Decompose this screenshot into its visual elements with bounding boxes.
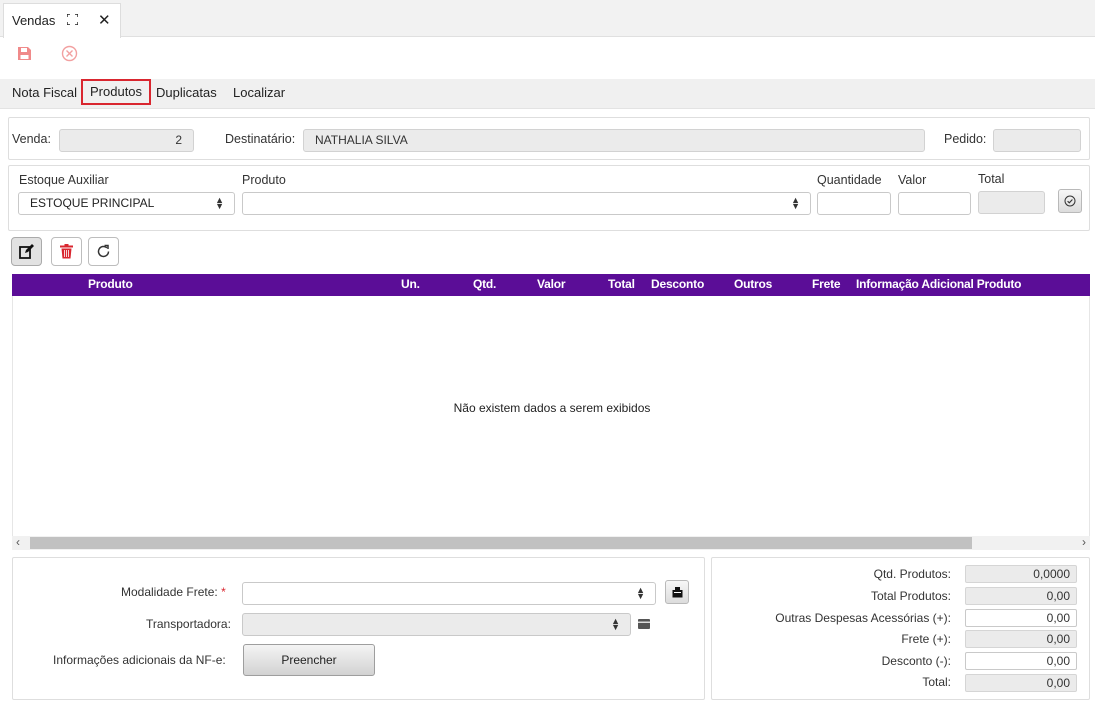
outras-despesas-label: Outras Despesas Acessórias (+): — [775, 611, 951, 625]
save-icon[interactable] — [17, 46, 32, 61]
select-caret-icon: ▲ ▼ — [791, 195, 800, 211]
scroll-left-icon[interactable]: ‹ — [16, 535, 20, 549]
preencher-button[interactable]: Preencher — [243, 644, 375, 676]
select-caret-icon: ▲ ▼ — [636, 585, 645, 601]
truck-icon — [672, 586, 682, 597]
venda-field[interactable]: 2 — [59, 129, 194, 152]
menu-bar: Nota Fiscal Produtos Duplicatas Localiza… — [0, 79, 1095, 109]
qtd-produtos-field[interactable]: 0,0000 — [965, 565, 1077, 583]
grid-horizontal-scrollbar[interactable]: ‹ › — [12, 535, 1090, 550]
select-caret-icon: ▲ ▼ — [215, 195, 224, 211]
frete-label: Frete (+): — [901, 632, 951, 646]
col-outros[interactable]: Outros — [734, 277, 772, 291]
modalidade-frete-text: Modalidade Frete: — [121, 585, 218, 599]
qtd-produtos-label: Qtd. Produtos: — [873, 567, 951, 581]
check-circle-icon — [1064, 195, 1076, 207]
tab-strip: Vendas ✕ — [0, 0, 1095, 38]
scroll-right-icon[interactable]: › — [1082, 535, 1086, 549]
total-label: Total — [978, 172, 1005, 186]
totals-panel: Qtd. Produtos: 0,0000 Total Produtos: 0,… — [711, 557, 1090, 700]
col-info-adicional[interactable]: Informação Adicional Produto — [856, 277, 1022, 291]
frete-field[interactable]: 0,00 — [965, 630, 1077, 648]
tab-title: Vendas — [12, 13, 56, 28]
info-adicionais-label: Informações adicionais da NF-e: — [53, 653, 226, 667]
col-valor[interactable]: Valor — [537, 277, 566, 291]
total-produtos-label: Total Produtos: — [870, 589, 951, 603]
modalidade-frete-label: Modalidade Frete: * — [121, 585, 226, 599]
maximize-icon[interactable] — [67, 14, 78, 25]
trash-icon — [60, 244, 73, 259]
col-total[interactable]: Total — [608, 277, 635, 291]
close-icon[interactable]: ✕ — [98, 11, 111, 29]
frete-options-button[interactable] — [665, 580, 689, 604]
menu-duplicatas[interactable]: Duplicatas — [153, 83, 220, 105]
cancel-icon[interactable] — [61, 45, 78, 62]
total-nf-field[interactable]: 0,00 — [965, 674, 1077, 692]
destinatario-field[interactable]: NATHALIA SILVA — [303, 129, 925, 152]
pedido-label: Pedido: — [944, 132, 987, 146]
produto-select[interactable]: ▲ ▼ — [242, 192, 811, 215]
edit-button[interactable] — [11, 237, 42, 266]
menu-produtos[interactable]: Produtos — [81, 79, 152, 105]
required-mark: * — [221, 585, 226, 599]
transportadora-select[interactable]: ▲ ▼ — [242, 613, 631, 636]
refresh-icon — [97, 244, 110, 258]
outras-despesas-input[interactable]: 0,00 — [965, 609, 1077, 627]
total-produtos-field[interactable]: 0,00 — [965, 587, 1077, 605]
grid-body: Não existem dados a serem exibidos — [12, 296, 1090, 536]
scroll-thumb[interactable] — [30, 537, 972, 549]
confirm-product-button[interactable] — [1058, 189, 1082, 213]
sale-header-panel: Venda: 2 Destinatário: NATHALIA SILVA Pe… — [8, 117, 1090, 160]
delete-button[interactable] — [51, 237, 82, 266]
quantidade-label: Quantidade — [817, 173, 882, 187]
grid-header: Produto Un. Qtd. Valor Total Desconto Ou… — [12, 274, 1090, 296]
col-produto[interactable]: Produto — [88, 277, 133, 291]
col-desconto[interactable]: Desconto — [651, 277, 704, 291]
total-label: Total: — [922, 675, 951, 689]
estoque-label: Estoque Auxiliar — [19, 173, 109, 187]
total-field[interactable] — [978, 191, 1045, 214]
col-un[interactable]: Un. — [401, 277, 420, 291]
produto-label: Produto — [242, 173, 286, 187]
select-caret-icon: ▲ ▼ — [611, 616, 620, 632]
valor-input[interactable] — [898, 192, 971, 215]
estoque-select[interactable]: ESTOQUE PRINCIPAL ▲ ▼ — [18, 192, 235, 215]
col-qtd[interactable]: Qtd. — [473, 277, 496, 291]
destinatario-label: Destinatário: — [225, 132, 296, 146]
venda-label: Venda: — [12, 132, 51, 146]
refresh-button[interactable] — [88, 237, 119, 266]
estoque-value: ESTOQUE PRINCIPAL — [30, 196, 155, 210]
col-frete[interactable]: Frete — [812, 277, 841, 291]
desconto-label: Desconto (-): — [881, 654, 951, 668]
pedido-field[interactable] — [993, 129, 1081, 152]
modalidade-frete-select[interactable]: ▲ ▼ — [242, 582, 656, 605]
product-entry-panel: Estoque Auxiliar ESTOQUE PRINCIPAL ▲ ▼ Pr… — [8, 165, 1090, 231]
card-icon[interactable] — [638, 619, 650, 629]
edit-icon — [19, 244, 34, 259]
menu-localizar[interactable]: Localizar — [230, 83, 288, 105]
desconto-input[interactable]: 0,00 — [965, 652, 1077, 670]
tab-vendas[interactable]: Vendas ✕ — [3, 3, 121, 38]
quantidade-input[interactable] — [817, 192, 891, 215]
valor-label: Valor — [898, 173, 927, 187]
transportadora-label: Transportadora: — [146, 617, 231, 631]
menu-nota-fiscal[interactable]: Nota Fiscal — [9, 83, 80, 105]
grid-empty-message: Não existem dados a serem exibidos — [453, 401, 651, 415]
